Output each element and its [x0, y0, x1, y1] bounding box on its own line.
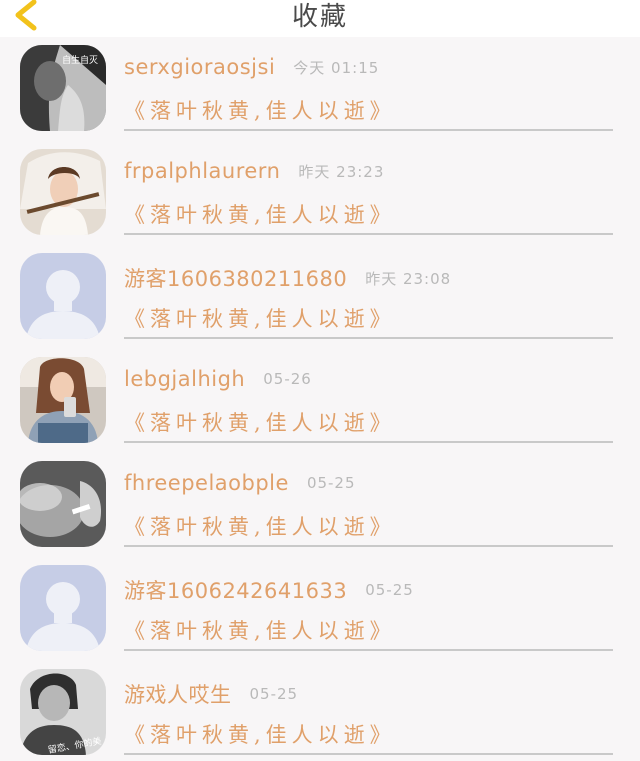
avatar-smoke-image — [20, 461, 106, 547]
avatar[interactable] — [20, 253, 106, 339]
list-item[interactable]: frpalphlaurern 昨天 23:23 《落叶秋黄,佳人以逝》 — [0, 141, 640, 245]
divider — [124, 753, 613, 755]
avatar-boy-bw-image: 留恋、你的美 — [20, 669, 106, 755]
item-meta: 游戏人哎生 05-25 — [124, 679, 298, 709]
list-item[interactable]: 留恋、你的美 游戏人哎生 05-25 《落叶秋黄,佳人以逝》 — [0, 661, 640, 761]
favorites-list: 自生自灭 serxgioraosjsi 今天 01:15 《落叶秋黄,佳人以逝》 frp… — [0, 37, 640, 761]
timestamp: 05-25 — [365, 581, 414, 599]
username[interactable]: 游客1606380211680 — [124, 267, 347, 291]
timestamp: 05-26 — [263, 370, 312, 388]
avatar-girl-phone-image — [20, 357, 106, 443]
timestamp: 今天 01:15 — [293, 58, 380, 77]
divider — [124, 233, 613, 235]
username[interactable]: frpalphlaurern — [124, 159, 280, 183]
avatar[interactable]: 留恋、你的美 — [20, 669, 106, 755]
avatar[interactable]: 自生自灭 — [20, 45, 106, 131]
divider — [124, 337, 613, 339]
item-meta: lebgjalhigh 05-26 — [124, 367, 312, 397]
favorite-title[interactable]: 《落叶秋黄,佳人以逝》 — [124, 303, 396, 333]
avatar[interactable] — [20, 357, 106, 443]
item-meta: 游客1606380211680 昨天 23:08 — [124, 263, 451, 293]
avatar[interactable] — [20, 565, 106, 651]
timestamp: 05-25 — [249, 685, 299, 703]
username[interactable]: 游客1606242641633 — [124, 579, 347, 603]
item-meta: 游客1606242641633 05-25 — [124, 575, 414, 605]
username[interactable]: 游戏人哎生 — [124, 683, 232, 707]
page-title: 收藏 — [291, 2, 348, 32]
divider — [124, 545, 613, 547]
divider — [124, 441, 613, 443]
avatar-caption: 自生自灭 — [62, 54, 98, 66]
divider — [124, 129, 613, 131]
favorite-title[interactable]: 《落叶秋黄,佳人以逝》 — [124, 407, 396, 437]
timestamp: 昨天 23:23 — [298, 162, 385, 181]
timestamp: 05-25 — [306, 474, 356, 492]
timestamp: 昨天 23:08 — [365, 269, 452, 288]
list-item[interactable]: 游客1606242641633 05-25 《落叶秋黄,佳人以逝》 — [0, 557, 640, 661]
favorite-title[interactable]: 《落叶秋黄,佳人以逝》 — [124, 615, 396, 645]
favorite-title[interactable]: 《落叶秋黄,佳人以逝》 — [124, 719, 396, 749]
username[interactable]: fhreepelaobple — [124, 471, 289, 495]
avatar-default-image — [20, 565, 106, 651]
avatar[interactable] — [20, 461, 106, 547]
favorite-title[interactable]: 《落叶秋黄,佳人以逝》 — [124, 199, 396, 229]
list-item[interactable]: 自生自灭 serxgioraosjsi 今天 01:15 《落叶秋黄,佳人以逝》 — [0, 37, 640, 141]
list-item[interactable]: lebgjalhigh 05-26 《落叶秋黄,佳人以逝》 — [0, 349, 640, 453]
avatar-girl-veil-image — [20, 149, 106, 235]
item-meta: fhreepelaobple 05-25 — [124, 471, 356, 501]
item-meta: frpalphlaurern 昨天 23:23 — [124, 159, 384, 189]
favorite-title[interactable]: 《落叶秋黄,佳人以逝》 — [124, 95, 396, 125]
top-bar: 收藏 — [0, 0, 640, 37]
divider — [124, 649, 613, 651]
list-item[interactable]: fhreepelaobple 05-25 《落叶秋黄,佳人以逝》 — [0, 453, 640, 557]
avatar[interactable] — [20, 149, 106, 235]
item-meta: serxgioraosjsi 今天 01:15 — [124, 55, 379, 85]
favorites-screen: 收藏 自生自灭 serxgioraosjsi 今天 01:15 《落叶秋黄,佳人以逝》… — [0, 0, 640, 761]
avatar-default-image — [20, 253, 106, 339]
avatar-girl-bw-image: 自生自灭 — [20, 45, 106, 131]
favorite-title[interactable]: 《落叶秋黄,佳人以逝》 — [124, 511, 396, 541]
username[interactable]: serxgioraosjsi — [124, 55, 275, 79]
list-item[interactable]: 游客1606380211680 昨天 23:08 《落叶秋黄,佳人以逝》 — [0, 245, 640, 349]
username[interactable]: lebgjalhigh — [124, 367, 245, 391]
